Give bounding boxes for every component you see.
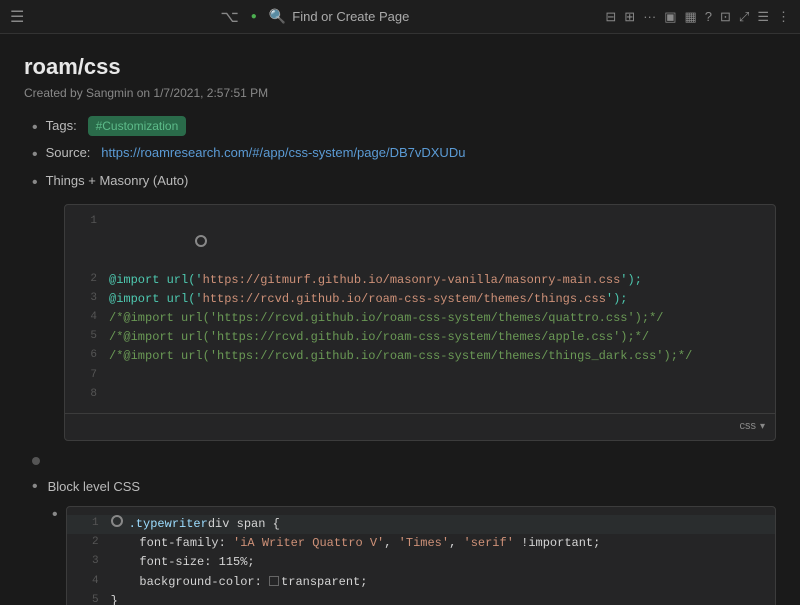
topbar-right: ⊟ ⊞ ··· ▣ ▦ ? ⊡ ⤢ ☰ ⋮ (605, 9, 790, 25)
b2-line-1: 1 .typewriter div span { (67, 515, 775, 534)
bullet-dot-things: • (32, 172, 38, 194)
code-block-1[interactable]: 1 2 @import url('https://gitmurf.github.… (64, 204, 776, 440)
line-num-7: 7 (77, 367, 97, 385)
toolbar-grid-icon[interactable]: ⊞ (624, 9, 635, 25)
line-num-5: 5 (77, 328, 97, 346)
code-block-1-footer: css ▾ (65, 413, 775, 440)
page-subtitle: Created by Sangmin on 1/7/2021, 2:57:51 … (24, 86, 776, 100)
line-content-4: /*@import url('https://rcvd.github.io/ro… (109, 309, 664, 328)
line-num-1: 1 (77, 213, 97, 231)
things-content: Things + Masonry (Auto) (46, 171, 189, 191)
b2-num-1: 1 (79, 515, 99, 533)
line-num-2: 2 (77, 271, 97, 289)
code-line-5: 5 /*@import url('https://rcvd.github.io/… (65, 328, 775, 347)
line-num-4: 4 (77, 309, 97, 327)
typewriter-code-wrapper: 1 .typewriter div span { 2 font-family: … (66, 506, 776, 605)
source-link[interactable]: https://roamresearch.com/#/app/css-syste… (101, 145, 465, 160)
code-line-4: 4 /*@import url('https://rcvd.github.io/… (65, 309, 775, 328)
b2-line-2: 2 font-family: 'iA Writer Quattro V', 'T… (67, 534, 775, 553)
bullet-dot-source: • (32, 144, 38, 166)
main-content: roam/css Created by Sangmin on 1/7/2021,… (0, 34, 800, 605)
line-num-8: 8 (77, 386, 97, 404)
line-content-6: /*@import url('https://rcvd.github.io/ro… (109, 347, 692, 366)
search-icon: 🔍 (269, 8, 286, 25)
b2-content-3: font-size: 115%; (111, 553, 255, 572)
toolbar-view-icon[interactable]: ⊡ (720, 9, 731, 25)
block-level-section: • Block level CSS • 1 .typewriter div sp… (24, 475, 776, 605)
section-bullet-dot (32, 457, 40, 465)
code-block-2[interactable]: 1 .typewriter div span { 2 font-family: … (66, 506, 776, 605)
code-block-1-lines: 1 2 @import url('https://gitmurf.github.… (65, 205, 775, 413)
b2-content-1: .typewriter (129, 515, 208, 534)
line-content-8 (109, 386, 116, 405)
toolbar-expand-icon[interactable]: ⤢ (739, 9, 749, 25)
code-block-1-section: 1 2 @import url('https://gitmurf.github.… (24, 204, 776, 440)
customization-tag[interactable]: #Customization (88, 116, 187, 136)
code-line-3: 3 @import url('https://rcvd.github.io/ro… (65, 290, 775, 309)
line-content-3: @import url('https://rcvd.github.io/roam… (109, 290, 628, 309)
b2-content-4: background-color: transparent; (111, 573, 368, 592)
topbar-left: ☰ (10, 7, 24, 27)
toolbar-list-icon[interactable]: ☰ (757, 9, 769, 25)
b2-line-3: 3 font-size: 115%; (67, 553, 775, 572)
code-line-1: 1 (65, 213, 775, 271)
code-line-7: 7 (65, 367, 775, 386)
line-content-2: @import url('https://gitmurf.github.io/m… (109, 271, 642, 290)
b2-num-3: 3 (79, 553, 99, 571)
block-bullet-dot: • (32, 476, 38, 498)
line-num-3: 3 (77, 290, 97, 308)
b2-num-2: 2 (79, 534, 99, 552)
tags-content: Tags: #Customization (46, 116, 187, 136)
block-level-label-row: • Block level CSS (24, 475, 776, 498)
code-line-2: 2 @import url('https://gitmurf.github.io… (65, 271, 775, 290)
search-placeholder-text[interactable]: Find or Create Page (292, 9, 409, 24)
topbar: ☰ ⌥ ● 🔍 Find or Create Page ⊟ ⊞ ··· ▣ ▦ … (0, 0, 800, 34)
toolbar-question-icon[interactable]: ? (705, 9, 712, 24)
nested-typewriter-bullet: • 1 .typewriter div span { 2 font-family… (24, 506, 776, 605)
b2-num-5: 5 (79, 592, 99, 605)
source-content: Source: https://roamresearch.com/#/app/c… (46, 143, 466, 163)
toolbar-layout-icon[interactable]: ▣ (664, 9, 676, 25)
b2-content-5: } (111, 592, 118, 605)
line-content-7 (109, 367, 116, 386)
things-bullet: • Things + Masonry (Auto) (24, 171, 776, 194)
topbar-center: ⌥ ● 🔍 Find or Create Page (220, 7, 409, 27)
page-title: roam/css (24, 54, 776, 80)
code-line-6: 6 /*@import url('https://rcvd.github.io/… (65, 347, 775, 366)
things-label: Things + Masonry (Auto) (46, 173, 189, 188)
b2-line-4: 4 background-color: transparent; (67, 573, 775, 592)
toolbar-settings-icon[interactable]: ⋮ (777, 9, 790, 25)
b2-content-2: font-family: 'iA Writer Quattro V', 'Tim… (111, 534, 601, 553)
code-line-8: 8 (65, 386, 775, 405)
expand-indicator-1 (111, 515, 123, 527)
status-dot-icon: ● (251, 11, 257, 22)
code-lang-label-1: css (739, 418, 756, 436)
search-bar[interactable]: 🔍 Find or Create Page (269, 8, 410, 25)
source-label: Source: (46, 145, 91, 160)
section-divider (32, 457, 776, 465)
toolbar-more-icon[interactable]: ··· (643, 9, 656, 24)
bullet-dot-tags: • (32, 117, 38, 139)
line-content-1 (109, 213, 211, 271)
line-content-5: /*@import url('https://rcvd.github.io/ro… (109, 328, 649, 347)
lang-dropdown-arrow-1[interactable]: ▾ (760, 419, 765, 435)
hamburger-menu-icon[interactable]: ☰ (10, 7, 24, 27)
toolbar-chart-icon[interactable]: ▦ (684, 9, 696, 25)
b2-num-4: 4 (79, 573, 99, 591)
source-bullet: • Source: https://roamresearch.com/#/app… (24, 143, 776, 166)
b2-line-5: 5 } (67, 592, 775, 605)
code-block-2-lines: 1 .typewriter div span { 2 font-family: … (67, 507, 775, 605)
tags-bullet: • Tags: #Customization (24, 116, 776, 139)
b2-content-1b: div span { (208, 515, 280, 534)
line-num-6: 6 (77, 347, 97, 365)
filter-icon[interactable]: ⌥ (220, 7, 238, 27)
tags-label: Tags: (46, 118, 77, 133)
toolbar-filter-icon[interactable]: ⊟ (605, 9, 616, 25)
block-level-text: Block level CSS (48, 479, 140, 494)
